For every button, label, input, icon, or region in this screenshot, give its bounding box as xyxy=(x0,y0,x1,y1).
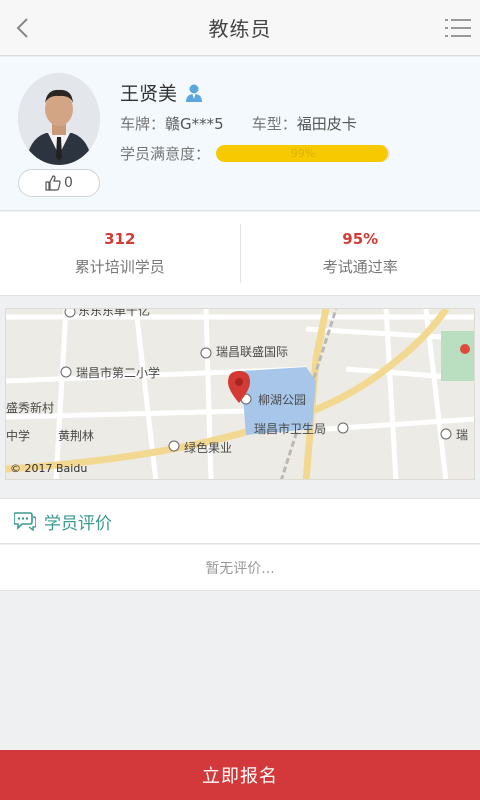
stat-label: 考试通过率 xyxy=(322,258,398,276)
map-label: 绿色果业 xyxy=(184,441,233,455)
signup-button[interactable]: 立即报名 xyxy=(0,750,480,800)
map-label: 瑞 xyxy=(456,428,469,442)
car-type-value: 福田皮卡 xyxy=(296,115,357,133)
back-button[interactable] xyxy=(6,12,38,44)
map-copyright: © 2017 Baidu xyxy=(10,462,88,475)
map-label: 瑞昌市第二小学 xyxy=(76,366,161,380)
map-label: 黄荆林 xyxy=(58,429,95,443)
coach-profile-card: 0 王贤美 车牌： 赣G***5 车型： 福田皮卡 学员满意度： 99% xyxy=(0,57,480,211)
stat-trained-students: 312 累计培训学员 xyxy=(0,212,240,295)
stat-value: 95% xyxy=(342,230,379,248)
avatar xyxy=(18,73,100,165)
map-label: 中学 xyxy=(6,429,31,443)
like-button[interactable]: 0 xyxy=(18,169,100,197)
stat-pass-rate: 95% 考试通过率 xyxy=(239,224,480,283)
satisfaction-bar: 99% xyxy=(216,145,391,162)
coach-name: 王贤美 xyxy=(120,83,178,105)
verified-coach-icon xyxy=(186,84,203,102)
top-bar: 教练员 xyxy=(0,0,480,56)
plate-label: 车牌： xyxy=(120,115,166,133)
chevron-left-icon xyxy=(16,18,28,38)
satisfaction-label: 学员满意度： xyxy=(120,145,211,163)
reviews-empty-text: 暂无评价... xyxy=(0,545,480,591)
coach-stats: 312 累计培训学员 95% 考试通过率 xyxy=(0,212,480,296)
stat-label: 累计培训学员 xyxy=(74,258,165,276)
car-type-label: 车型： xyxy=(251,115,297,133)
coach-photo xyxy=(18,73,100,165)
list-menu-icon xyxy=(445,19,471,37)
satisfaction: 学员满意度： 99% xyxy=(120,143,391,164)
thumbs-up-icon xyxy=(45,175,61,191)
satisfaction-value: 99% xyxy=(290,147,316,160)
location-map[interactable]: 东东东单千亿 瑞昌联盛国际 瑞昌市第二小学 柳湖公园 盛秀新村 瑞昌市卫生局 中… xyxy=(5,308,475,480)
plate-value: 赣G***5 xyxy=(165,115,224,133)
menu-button[interactable] xyxy=(442,12,474,44)
reviews-title: 学员评价 xyxy=(44,513,112,534)
map-label: 盛秀新村 xyxy=(6,401,55,415)
map-label: 瑞昌联盛国际 xyxy=(216,345,289,359)
chat-bubble-icon xyxy=(14,512,36,531)
map-label: 东东东单千亿 xyxy=(78,308,151,318)
car-info: 车牌： 赣G***5 车型： 福田皮卡 xyxy=(120,113,357,134)
location-pin-icon xyxy=(228,371,250,403)
reviews-header: 学员评价 xyxy=(0,498,480,544)
map-label: 瑞昌市卫生局 xyxy=(254,422,327,436)
stat-value: 312 xyxy=(104,230,136,248)
page-title: 教练员 xyxy=(208,17,272,41)
like-count: 0 xyxy=(64,175,73,191)
map-label: 柳湖公园 xyxy=(258,393,307,407)
